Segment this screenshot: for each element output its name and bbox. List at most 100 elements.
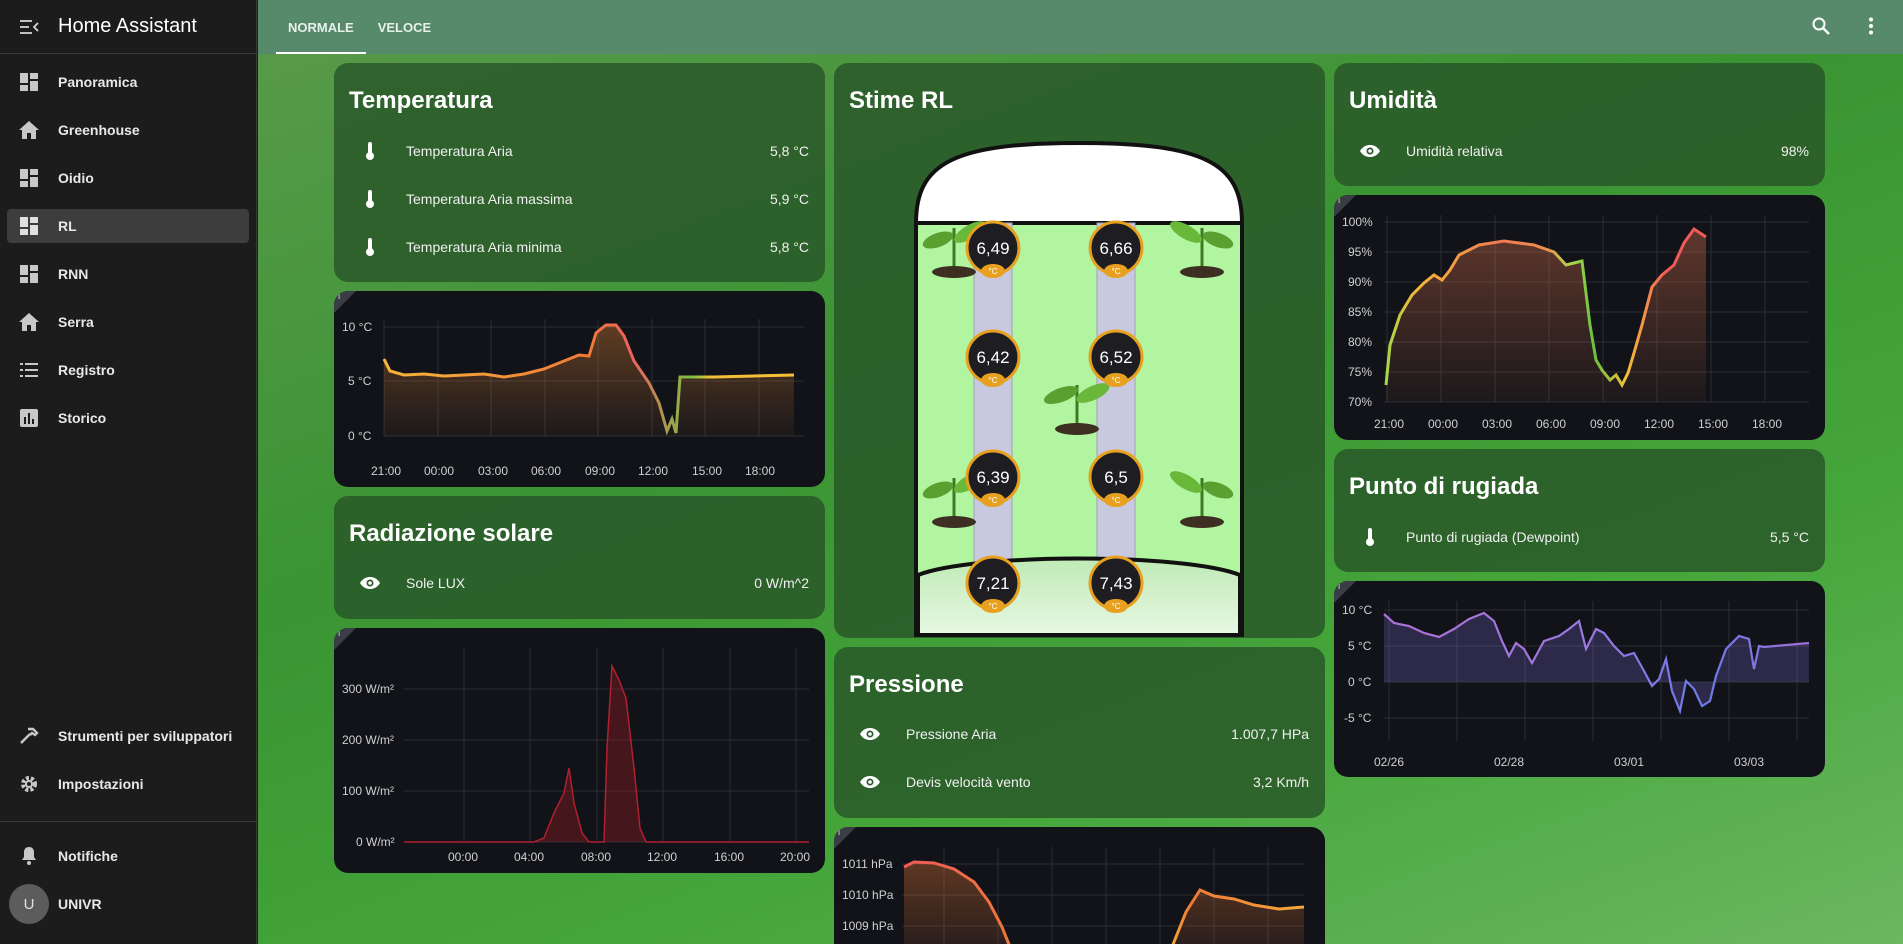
- sidebar-item-panoramica[interactable]: Panoramica: [0, 58, 256, 106]
- bell-icon: [0, 846, 58, 866]
- temperatura-card: Temperatura Temperatura Aria 5,8 °C Temp…: [334, 63, 825, 282]
- stime-rl-card: Stime RL 6,49 °C 6,66 °C 6,42 °C 6,52 °C…: [834, 63, 1325, 638]
- x-tick-label: 06:00: [531, 464, 561, 478]
- tab-veloce[interactable]: VELOCE: [366, 0, 443, 54]
- entity-name: Sole LUX: [406, 575, 466, 591]
- sidebar-item-label: Storico: [58, 410, 107, 426]
- sensor-unit: °C: [989, 376, 998, 385]
- x-tick-label: 02/28: [1494, 755, 1524, 769]
- sidebar-item-label: Impostazioni: [58, 776, 144, 792]
- sidebar-item-label: RNN: [58, 266, 89, 282]
- dewpoint-area: [1384, 613, 1809, 711]
- entity-row[interactable]: Temperatura Aria minima 5,8 °C: [334, 232, 825, 262]
- x-tick-label: 00:00: [424, 464, 454, 478]
- y-tick-label: 1011 hPa: [842, 857, 893, 871]
- search-icon[interactable]: [1809, 14, 1833, 38]
- y-tick-label: 0 °C: [348, 429, 372, 443]
- sensor-value: 6,39: [976, 468, 1009, 487]
- entity-row[interactable]: Devis velocità vento 3,2 Km/h: [834, 767, 1325, 797]
- sidebar-item-label: RL: [58, 218, 77, 234]
- info-corner: i: [1334, 195, 1356, 217]
- x-tick-label: 03:00: [1482, 417, 1512, 431]
- thermometer-icon: [1334, 527, 1406, 547]
- tab-normale[interactable]: NORMALE: [276, 0, 366, 54]
- entity-name: Temperatura Aria massima: [406, 191, 573, 207]
- top-bar: NORMALE VELOCE: [258, 0, 1903, 54]
- sidebar-items: Panoramica Greenhouse Oidio RL RNN Serra…: [0, 54, 256, 442]
- y-tick-label: 0 W/m²: [356, 835, 395, 849]
- entity-row[interactable]: Punto di rugiada (Dewpoint) 5,5 °C: [1334, 522, 1825, 552]
- rugiada-graph[interactable]: i 10 °C 5 °C 0 °C -5 °C 02/26 02/28 03/0…: [1334, 581, 1825, 777]
- list-icon: [0, 361, 58, 379]
- temperature-area: [384, 325, 794, 436]
- x-tick-label: 00:00: [1428, 417, 1458, 431]
- umidita-graph[interactable]: i 100% 95% 90% 85% 80% 75% 70% 21:00 00:…: [1334, 195, 1825, 440]
- sensor-unit: °C: [1112, 267, 1121, 276]
- entity-row[interactable]: Temperatura Aria 5,8 °C: [334, 136, 825, 166]
- x-tick-label: 12:00: [647, 850, 677, 864]
- sidebar-item-label: Panoramica: [58, 74, 138, 90]
- sidebar-item-registro[interactable]: Registro: [0, 346, 256, 394]
- info-corner: i: [834, 827, 856, 849]
- entity-row[interactable]: Temperatura Aria massima 5,9 °C: [334, 184, 825, 214]
- sidebar-item-settings[interactable]: Impostazioni: [0, 760, 256, 808]
- y-tick-label: 300 W/m²: [342, 682, 394, 696]
- x-tick-label: 15:00: [1698, 417, 1728, 431]
- info-icon: i: [838, 827, 841, 838]
- x-tick-label: 06:00: [1536, 417, 1566, 431]
- sidebar-item-greenhouse[interactable]: Greenhouse: [0, 106, 256, 154]
- more-vert-icon[interactable]: [1859, 14, 1883, 38]
- entity-row[interactable]: Pressione Aria 1.007,7 HPa: [834, 719, 1325, 749]
- entity-value: 0 W/m^2: [754, 575, 809, 591]
- sidebar-item-oidio[interactable]: Oidio: [0, 154, 256, 202]
- y-tick-label: 1010 hPa: [842, 888, 894, 902]
- sidebar-item-storico[interactable]: Storico: [0, 394, 256, 442]
- entity-name: Devis velocità vento: [906, 774, 1031, 790]
- app-title: Home Assistant: [58, 15, 197, 37]
- thermometer-icon: [334, 141, 406, 161]
- x-tick-label: 00:00: [448, 850, 478, 864]
- y-tick-label: 10 °C: [342, 320, 372, 334]
- home-icon: [0, 312, 58, 332]
- dashboard-icon: [0, 72, 58, 92]
- entity-row[interactable]: Umidità relativa 98%: [1334, 136, 1825, 166]
- entity-value: 5,9 °C: [769, 191, 809, 207]
- pressione-graph[interactable]: i 1011 hPa 1010 hPa 1009 hPa: [834, 827, 1325, 944]
- sidebar-item-label: Greenhouse: [58, 122, 140, 138]
- x-tick-label: 09:00: [585, 464, 615, 478]
- sidebar-item-rnn[interactable]: RNN: [0, 250, 256, 298]
- eye-icon: [1334, 144, 1406, 158]
- entity-value: 98%: [1780, 143, 1809, 159]
- sidebar-item-developer-tools[interactable]: Strumenti per sviluppatori: [0, 712, 256, 760]
- sidebar-item-rl[interactable]: RL: [0, 202, 256, 250]
- eye-icon: [334, 576, 406, 590]
- sensor-unit: °C: [989, 267, 998, 276]
- card-title: Temperatura: [349, 87, 493, 114]
- x-tick-label: 03/01: [1614, 755, 1644, 769]
- sidebar-item-notifications[interactable]: Notifiche: [0, 832, 256, 880]
- entity-row[interactable]: Sole LUX 0 W/m^2: [334, 568, 825, 598]
- sidebar-item-profile[interactable]: U UNIVR: [0, 880, 256, 928]
- menu-collapse-button[interactable]: [0, 19, 58, 35]
- info-icon: i: [338, 291, 341, 302]
- info-corner: i: [1334, 581, 1356, 603]
- x-tick-label: 03:00: [478, 464, 508, 478]
- temperatura-graph[interactable]: i 10 °C 5 °C 0 °C 21:00 00:00 03:00 06:0…: [334, 291, 825, 487]
- sidebar-account: Notifiche U UNIVR: [0, 832, 256, 928]
- info-corner: i: [334, 291, 356, 313]
- rugiada-card: Punto di rugiada Punto di rugiada (Dewpo…: [1334, 449, 1825, 572]
- y-tick-label: 100%: [1342, 215, 1373, 229]
- card-title: Umidità: [1349, 87, 1438, 114]
- radiazione-graph[interactable]: i 300 W/m² 200 W/m² 100 W/m² 0 W/m² 00:0…: [334, 628, 825, 873]
- card-title: Pressione: [849, 671, 964, 698]
- sensor-value: 6,66: [1099, 239, 1132, 258]
- y-tick-label: 100 W/m²: [342, 784, 394, 798]
- eye-icon: [834, 775, 906, 789]
- sidebar-item-serra[interactable]: Serra: [0, 298, 256, 346]
- sensor-value: 7,43: [1099, 574, 1132, 593]
- umidita-card: Umidità Umidità relativa 98%: [1334, 63, 1825, 186]
- y-tick-label: 70%: [1348, 395, 1372, 409]
- x-tick-label: 18:00: [1752, 417, 1782, 431]
- sensor-unit: °C: [1112, 496, 1121, 505]
- x-tick-label: 21:00: [371, 464, 401, 478]
